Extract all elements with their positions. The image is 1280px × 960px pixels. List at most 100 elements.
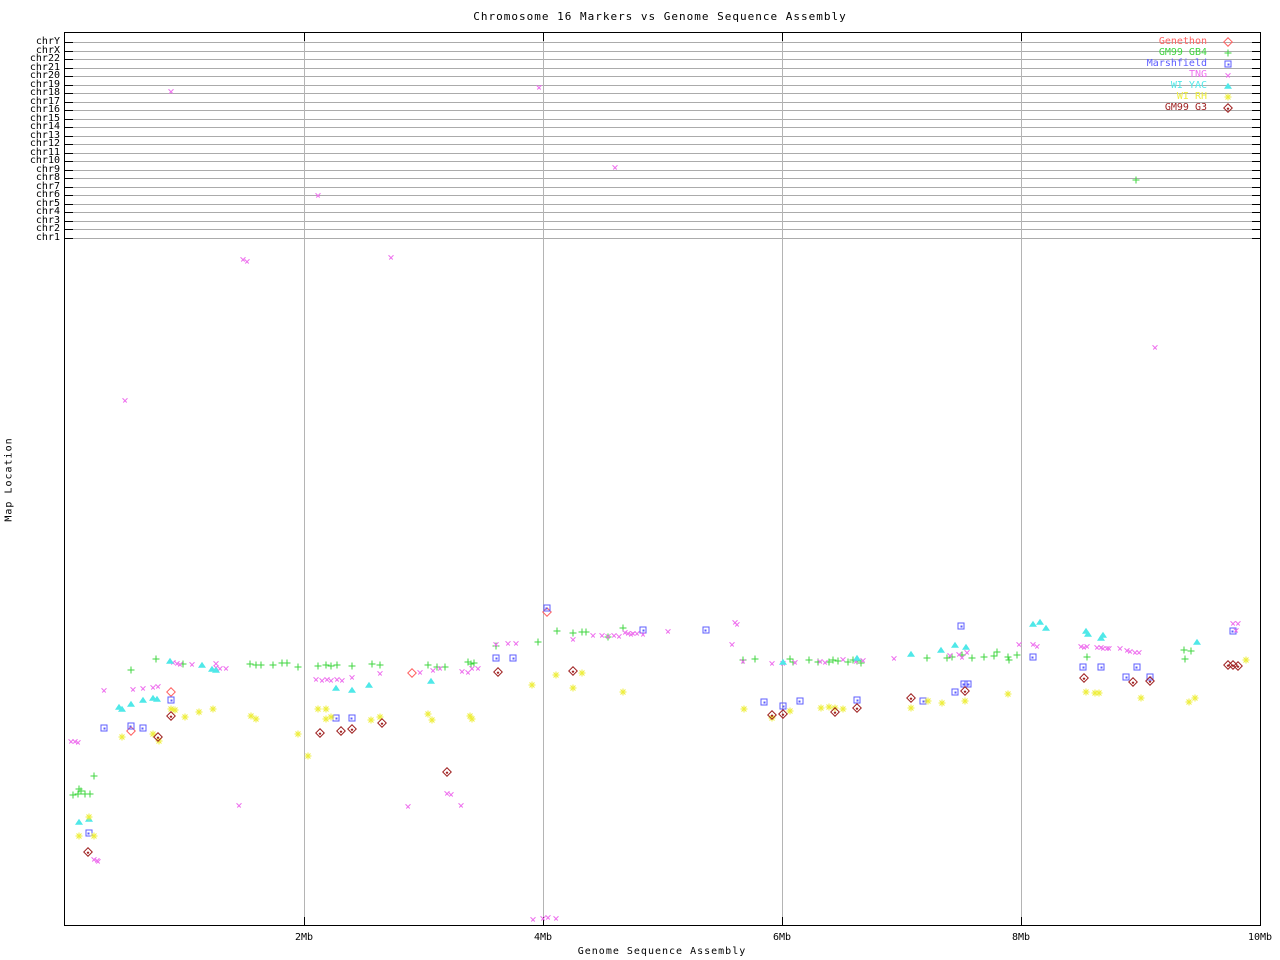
marker-gm99-g3 [376, 718, 387, 728]
marker-tng [337, 675, 347, 685]
marker-wi-yac [951, 641, 960, 648]
marker-marshfield [1133, 663, 1141, 671]
marker-wi-yac [198, 661, 207, 668]
chromosome-gridline [65, 203, 1260, 205]
marker-gm99-g3 [1079, 673, 1090, 683]
marker-tng [597, 630, 606, 640]
marker-wi-rh [1082, 688, 1090, 696]
x-tick-label: 4Mb [533, 932, 553, 943]
marker-marshfield [127, 722, 135, 730]
marker-tng [1076, 641, 1085, 651]
marker-tng [820, 657, 830, 667]
marker-tng [474, 663, 483, 673]
marker-tng [333, 674, 342, 684]
marker-gm99-gb4 [322, 661, 329, 669]
marker-tng [446, 789, 456, 799]
y-tick-right [1252, 238, 1260, 239]
marker-marshfield [332, 714, 340, 722]
y-tick-right [1252, 152, 1260, 154]
marker-wi-yac [207, 665, 216, 672]
marker-tng [1115, 643, 1125, 653]
x-tick-top [1021, 33, 1022, 41]
y-tick-right [1252, 161, 1260, 163]
marker-wi-yac [779, 658, 788, 665]
marker-tng [1231, 625, 1241, 635]
marker-gm99-gb4 [69, 791, 77, 799]
marker-gm99-gb4 [968, 654, 976, 662]
marker-wi-rh [768, 714, 776, 722]
marker-wi-rh [468, 715, 476, 723]
marker-gm99-gb4 [81, 790, 89, 798]
y-tick-right [1252, 203, 1260, 205]
marker-wi-yac [1083, 630, 1092, 637]
marker-wi-rh [578, 669, 586, 677]
marker-marshfield [100, 724, 108, 732]
marker-tng [1234, 618, 1243, 628]
y-tick-right [1252, 101, 1260, 103]
y-tick-left [65, 186, 73, 188]
marker-gm99-gb4 [470, 659, 478, 667]
x-tick-label: 6Mb [772, 932, 792, 943]
y-tick-right [1252, 220, 1260, 222]
marker-gm99-gb4 [86, 790, 94, 798]
marker-gm99-gb4 [467, 660, 475, 668]
chromosome-gridline [65, 229, 1260, 231]
marker-gm99-gb4 [834, 657, 842, 665]
marker-wi-rh [327, 713, 335, 721]
marker-gm99-gb4 [569, 629, 577, 637]
marker-tng [639, 629, 648, 639]
marker-wi-rh [1242, 656, 1250, 664]
marker-gm99-gb4 [464, 658, 472, 666]
marker-tng [149, 682, 158, 692]
marker-gm99-gb4 [943, 654, 951, 662]
marker-wi-yac [1097, 634, 1106, 641]
x-tick-bottom [782, 917, 783, 925]
marker-wi-rh [304, 752, 312, 760]
y-tick-right [1252, 50, 1260, 52]
y-tick-left [65, 59, 73, 61]
marker-marshfield [1079, 663, 1087, 671]
marker-wi-rh [907, 704, 915, 712]
y-tick-right [1252, 59, 1260, 61]
marker-gm99-gb4 [849, 656, 856, 664]
y-tick-left [65, 152, 73, 154]
marker-gm99-gb4 [853, 657, 861, 665]
marker-wi-rh [322, 705, 329, 713]
marker-wi-yac [211, 666, 220, 673]
marker-gm99-g3 [346, 724, 357, 734]
marker-marshfield [85, 829, 93, 837]
marker-tng [128, 684, 138, 694]
y-tick-label: chr1 [35, 232, 60, 243]
y-tick-right [1252, 144, 1260, 146]
marker-wi-yac [114, 703, 123, 710]
marker-gm99-gb4 [246, 660, 254, 668]
y-tick-left [65, 76, 73, 78]
marker-gm99-gb4 [578, 628, 586, 636]
marker-gm99-g3 [567, 666, 578, 676]
marker-wi-rh [740, 705, 748, 713]
y-tick-left [65, 127, 73, 129]
marker-gm99-gb4 [1004, 653, 1012, 661]
marker-tng [1130, 647, 1139, 657]
marker-wi-rh [209, 705, 217, 713]
marker-tng [443, 788, 452, 798]
chart-title: Chromosome 16 Markers vs Genome Sequence… [473, 10, 847, 23]
y-tick-right [1252, 169, 1260, 171]
marker-wi-rh [786, 707, 794, 715]
marker-tng [456, 800, 465, 810]
marker-tng [211, 658, 220, 668]
marker-wi-rh [75, 832, 83, 840]
marker-wi-rh [247, 712, 255, 720]
y-tick-left [65, 42, 73, 43]
marker-gm99-gb4 [348, 662, 356, 670]
marker-gm99-g3 [442, 767, 453, 777]
marker-wi-yac [962, 643, 971, 650]
marker-gm99-gb4 [77, 787, 85, 795]
y-tick-left [65, 229, 73, 231]
chromosome-gridline [65, 195, 1260, 197]
marker-tng [851, 656, 861, 666]
marker-tng [615, 631, 624, 641]
y-tick-left [65, 50, 73, 52]
marker-tng [954, 649, 964, 659]
marker-gm99-g3 [906, 693, 916, 703]
